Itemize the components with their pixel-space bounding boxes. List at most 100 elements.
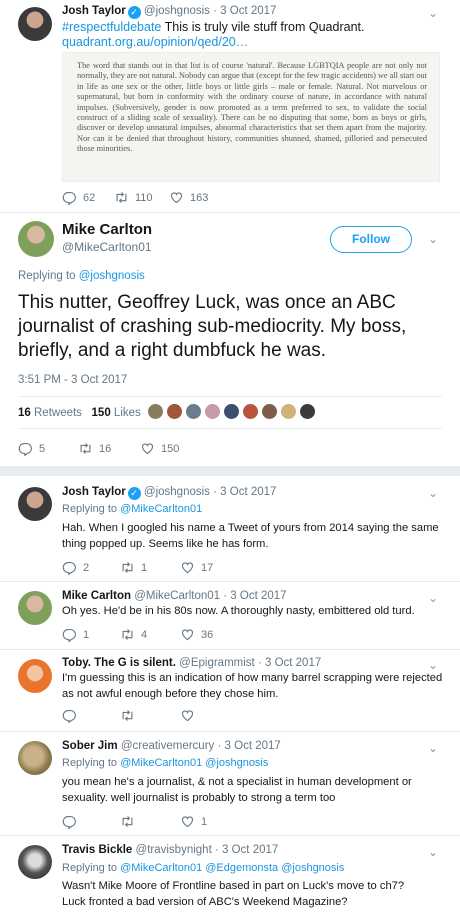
- reply-button[interactable]: 62: [62, 190, 114, 205]
- like-button[interactable]: [180, 708, 201, 723]
- like-count: 17: [201, 561, 214, 574]
- author-name[interactable]: Josh Taylor: [62, 486, 126, 498]
- chevron-down-icon[interactable]: ⌄: [428, 232, 438, 246]
- retweet-button[interactable]: 110: [114, 190, 169, 205]
- author-handle[interactable]: @travisbynight: [136, 844, 212, 856]
- avatar[interactable]: [18, 487, 52, 521]
- retweet-button[interactable]: 4: [120, 627, 180, 642]
- author-name[interactable]: Travis Bickle: [62, 844, 132, 856]
- tweet-actions: 2 1 17: [62, 560, 213, 575]
- retweet-icon: [120, 560, 135, 575]
- retweet-button[interactable]: 16: [78, 441, 140, 456]
- tweet-stats: 16 Retweets 150 Likes: [18, 407, 141, 419]
- divider: [0, 731, 460, 732]
- author-name[interactable]: Mike Carlton: [62, 590, 131, 602]
- avatar[interactable]: [18, 845, 52, 879]
- retweets-stat[interactable]: 16 Retweets: [18, 407, 82, 419]
- tweet-date[interactable]: 3 Oct 2017: [225, 740, 281, 752]
- replying-to: Replying to @joshgnosis: [18, 270, 145, 282]
- like-count: 36: [201, 628, 214, 641]
- tweet-timestamp[interactable]: 3:51 PM - 3 Oct 2017: [18, 374, 127, 386]
- avatar[interactable]: [204, 403, 221, 420]
- separator: ·: [217, 740, 222, 752]
- retweet-icon: [120, 627, 135, 642]
- hashtag-link[interactable]: #respectfuldebate: [62, 20, 161, 34]
- tweet-date[interactable]: 3 Oct 2017: [265, 657, 321, 669]
- quadrant-link[interactable]: quadrant.org.au/opinion/qed/20…: [62, 35, 248, 49]
- tweet-text: I'm guessing this is an indication of ho…: [62, 672, 443, 700]
- reply-button[interactable]: 5: [18, 441, 78, 456]
- reply-button[interactable]: [62, 814, 120, 829]
- retweet-icon: [120, 708, 135, 723]
- avatar[interactable]: [18, 221, 54, 257]
- author-handle[interactable]: @MikeCarlton01: [62, 240, 152, 254]
- reply-button[interactable]: 1: [62, 627, 120, 642]
- retweet-icon: [114, 190, 129, 205]
- divider: [0, 212, 460, 213]
- tweet-actions: 1 4 36: [62, 627, 213, 642]
- retweet-button[interactable]: [120, 814, 180, 829]
- reply-button[interactable]: [62, 708, 120, 723]
- retweets-label: Retweets: [34, 407, 82, 419]
- author-name[interactable]: Josh Taylor: [62, 5, 126, 17]
- avatar[interactable]: [18, 741, 52, 775]
- reply-icon: [18, 441, 33, 456]
- author-handle[interactable]: @Epigrammist: [179, 657, 255, 669]
- tweet-date[interactable]: 3 Oct 2017: [222, 844, 278, 856]
- author-handle[interactable]: @creativemercury: [121, 740, 214, 752]
- like-button[interactable]: 163: [169, 190, 208, 205]
- reply-count: 5: [39, 442, 46, 455]
- mention-link[interactable]: @MikeCarlton01: [120, 503, 202, 515]
- tweet-actions: 1: [62, 814, 207, 829]
- chevron-down-icon[interactable]: ⌄: [428, 6, 438, 20]
- follow-button[interactable]: Follow: [330, 226, 412, 253]
- tweet-date[interactable]: 3 Oct 2017: [230, 590, 286, 602]
- retweet-icon: [120, 814, 135, 829]
- author-name[interactable]: Mike Carlton: [62, 221, 152, 238]
- avatar[interactable]: [147, 403, 164, 420]
- like-button[interactable]: 17: [180, 560, 213, 575]
- likes-count: 150: [91, 407, 111, 419]
- author-handle[interactable]: @joshgnosis: [144, 5, 210, 17]
- avatar[interactable]: [242, 403, 259, 420]
- reply-count: 2: [83, 561, 90, 574]
- avatar[interactable]: [280, 403, 297, 420]
- retweet-button[interactable]: 1: [120, 560, 180, 575]
- mention-link[interactable]: @joshgnosis: [79, 270, 145, 282]
- like-icon: [140, 441, 155, 456]
- mention-link[interactable]: @MikeCarlton01 @Edgemonsta @joshgnosis: [120, 862, 344, 874]
- author-handle[interactable]: @joshgnosis: [144, 486, 210, 498]
- divider: [0, 649, 460, 650]
- chevron-down-icon[interactable]: ⌄: [428, 741, 438, 755]
- chevron-down-icon[interactable]: ⌄: [428, 486, 438, 500]
- avatar[interactable]: [166, 403, 183, 420]
- retweet-count: 110: [135, 191, 153, 204]
- tweet-date[interactable]: 3 Oct 2017: [220, 5, 276, 17]
- tweet-date[interactable]: 3 Oct 2017: [220, 486, 276, 498]
- avatar[interactable]: [299, 403, 316, 420]
- avatar[interactable]: [185, 403, 202, 420]
- mention-link[interactable]: @MikeCarlton01 @joshgnosis: [120, 757, 268, 769]
- reply-count: 62: [83, 191, 96, 204]
- avatar[interactable]: [18, 591, 52, 625]
- retweet-count: 16: [99, 442, 112, 455]
- avatar[interactable]: [261, 403, 278, 420]
- author-name[interactable]: Toby. The G is silent.: [62, 657, 176, 669]
- attached-image[interactable]: The word that stands out in that list is…: [62, 52, 440, 182]
- author-handle[interactable]: @MikeCarlton01: [134, 590, 220, 602]
- chevron-down-icon[interactable]: ⌄: [428, 845, 438, 859]
- reply-button[interactable]: 2: [62, 560, 120, 575]
- avatar[interactable]: [223, 403, 240, 420]
- like-button[interactable]: 150: [140, 441, 179, 456]
- avatar[interactable]: [18, 7, 52, 41]
- like-icon: [180, 814, 195, 829]
- likes-stat[interactable]: 150 Likes: [92, 407, 141, 419]
- like-button[interactable]: 36: [180, 627, 213, 642]
- like-button[interactable]: 1: [180, 814, 207, 829]
- separator: ·: [213, 486, 217, 498]
- retweet-button[interactable]: [120, 708, 180, 723]
- replying-prefix: Replying to: [62, 503, 121, 515]
- author-name[interactable]: Sober Jim: [62, 740, 118, 752]
- avatar[interactable]: [18, 659, 52, 693]
- separator: ·: [257, 657, 262, 669]
